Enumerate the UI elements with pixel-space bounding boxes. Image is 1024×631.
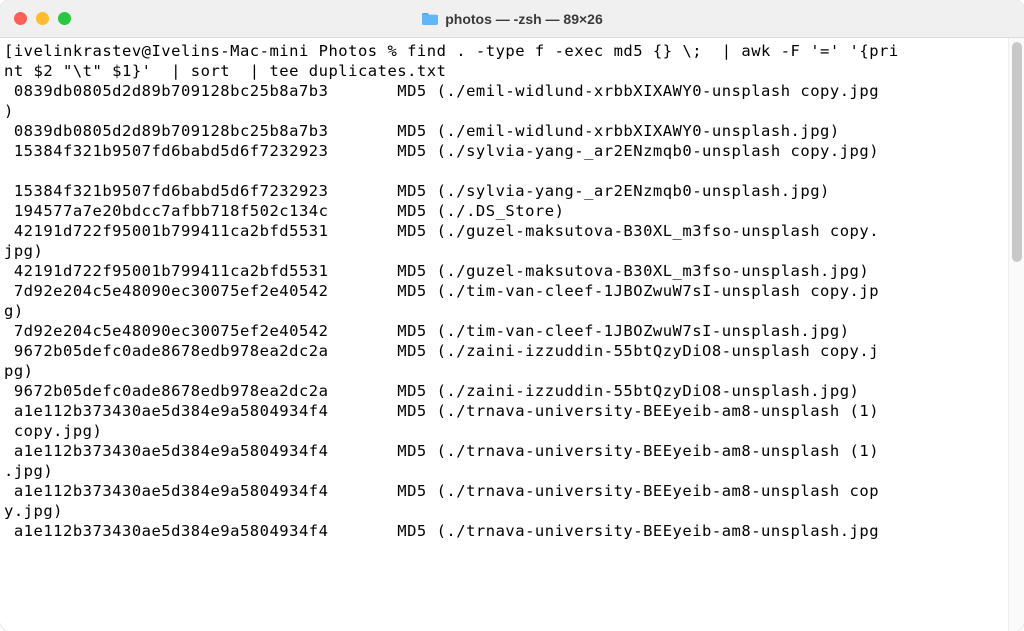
close-button[interactable] <box>14 12 27 25</box>
scrollbar-thumb[interactable] <box>1012 42 1022 262</box>
terminal-output[interactable]: [ivelinkrastev@Ivelins-Mac-mini Photos %… <box>4 42 1016 627</box>
maximize-button[interactable] <box>58 12 71 25</box>
traffic-lights <box>0 12 71 25</box>
terminal-window: photos — -zsh — 89×26 [ivelinkrastev@Ive… <box>0 0 1024 631</box>
scrollbar[interactable] <box>1008 38 1024 631</box>
window-title: photos — -zsh — 89×26 <box>445 11 603 27</box>
title-bar[interactable]: photos — -zsh — 89×26 <box>0 0 1024 38</box>
terminal-body[interactable]: [ivelinkrastev@Ivelins-Mac-mini Photos %… <box>0 38 1024 631</box>
minimize-button[interactable] <box>36 12 49 25</box>
folder-icon <box>421 12 439 26</box>
title-area: photos — -zsh — 89×26 <box>0 11 1024 27</box>
